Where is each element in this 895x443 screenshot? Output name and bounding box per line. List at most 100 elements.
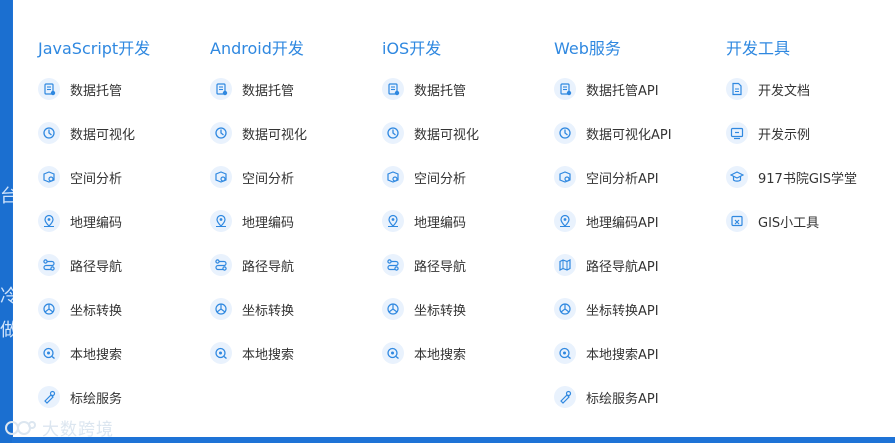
menu-item-label: 917书院GIS学堂 — [758, 171, 857, 187]
tool-icon — [726, 210, 748, 232]
route-icon — [38, 254, 60, 276]
menu-item-label: 坐标转换API — [586, 303, 659, 319]
menu-item-label: 标绘服务 — [70, 391, 123, 407]
visualization-icon — [210, 122, 232, 144]
menu-item[interactable]: 数据可视化 — [382, 120, 542, 146]
menu-item[interactable]: 数据可视化API — [554, 120, 714, 146]
column-title[interactable]: 开发工具 — [726, 35, 790, 59]
visualization-icon — [38, 122, 60, 144]
visualization-icon — [382, 122, 404, 144]
menu-item[interactable]: 坐标转换 — [210, 296, 370, 322]
data-hosting-icon — [554, 78, 576, 100]
menu-item-label: 坐标转换 — [414, 303, 467, 319]
menu-item[interactable]: 数据托管 — [210, 76, 370, 102]
geocoding-icon — [38, 210, 60, 232]
data-hosting-icon — [38, 78, 60, 100]
menu-item[interactable]: 空间分析API — [554, 164, 714, 190]
menu-item[interactable]: 空间分析 — [38, 164, 198, 190]
menu-item[interactable]: 路径导航 — [210, 252, 370, 278]
coordinate-icon — [554, 298, 576, 320]
search-icon — [554, 342, 576, 364]
search-icon — [210, 342, 232, 364]
menu-item-label: 数据可视化API — [586, 127, 672, 143]
menu-item[interactable]: 地理编码 — [38, 208, 198, 234]
menu-item[interactable]: 标绘服务API — [554, 384, 714, 410]
menu-item-label: 路径导航 — [242, 259, 295, 275]
search-icon — [38, 342, 60, 364]
menu-item[interactable]: 空间分析 — [382, 164, 542, 190]
spatial-analysis-icon — [210, 166, 232, 188]
menu-item[interactable]: 本地搜索 — [382, 340, 542, 366]
menu-item-label: 地理编码 — [414, 215, 467, 231]
menu-item[interactable]: 坐标转换API — [554, 296, 714, 322]
geocoding-icon — [382, 210, 404, 232]
data-hosting-icon — [382, 78, 404, 100]
menu-item-label: 数据托管 — [70, 83, 123, 99]
menu-item-label: 地理编码API — [586, 215, 659, 231]
background-edge — [0, 0, 12, 443]
menu-item[interactable]: 开发文档 — [726, 76, 886, 102]
column-title[interactable]: Android开发 — [210, 35, 304, 59]
menu-item[interactable]: 数据可视化 — [210, 120, 370, 146]
search-icon — [382, 342, 404, 364]
menu-item[interactable]: 坐标转换 — [382, 296, 542, 322]
menu-item-label: 路径导航 — [70, 259, 123, 275]
route-icon — [210, 254, 232, 276]
document-icon — [726, 78, 748, 100]
menu-item-label: 本地搜索API — [586, 347, 659, 363]
menu-item[interactable]: 地理编码 — [382, 208, 542, 234]
menu-item[interactable]: 坐标转换 — [38, 296, 198, 322]
menu-item-label: 开发示例 — [758, 127, 811, 143]
spatial-analysis-icon — [554, 166, 576, 188]
spatial-analysis-icon — [38, 166, 60, 188]
menu-item[interactable]: 路径导航 — [382, 252, 542, 278]
menu-item-label: 数据可视化 — [242, 127, 308, 143]
column-title[interactable]: Web服务 — [554, 35, 621, 59]
watermark-text: 大数跨境 — [42, 420, 114, 440]
menu-item-label: 标绘服务API — [586, 391, 659, 407]
plotting-icon — [554, 386, 576, 408]
geocoding-icon — [554, 210, 576, 232]
map-icon — [554, 254, 576, 276]
data-hosting-icon — [210, 78, 232, 100]
column-title[interactable]: JavaScript开发 — [38, 35, 150, 59]
plotting-icon — [38, 386, 60, 408]
menu-item[interactable]: 本地搜索 — [210, 340, 370, 366]
menu-item-label: 开发文档 — [758, 83, 811, 99]
menu-item-label: 数据可视化 — [414, 127, 480, 143]
menu-item[interactable]: 数据可视化 — [38, 120, 198, 146]
menu-item-label: 本地搜索 — [414, 347, 467, 363]
menu-item-label: 本地搜索 — [70, 347, 123, 363]
menu-item-label: 地理编码 — [242, 215, 295, 231]
menu-item-label: 坐标转换 — [242, 303, 295, 319]
menu-item[interactable]: 空间分析 — [210, 164, 370, 190]
menu-item[interactable]: 数据托管API — [554, 76, 714, 102]
coordinate-icon — [210, 298, 232, 320]
menu-item[interactable]: 数据托管 — [38, 76, 198, 102]
menu-item[interactable]: 路径导航API — [554, 252, 714, 278]
menu-item[interactable]: 本地搜索API — [554, 340, 714, 366]
coordinate-icon — [382, 298, 404, 320]
menu-item[interactable]: 地理编码 — [210, 208, 370, 234]
menu-item-label: 路径导航 — [414, 259, 467, 275]
menu-item-label: 空间分析 — [242, 171, 295, 187]
menu-item-label: 空间分析 — [70, 171, 123, 187]
developer-menu-panel: JavaScript开发 数据托管 数据可视化 空间分析 地理编码 路径导航 坐标转换 本地搜… — [13, 0, 895, 437]
watermark-logo-icon — [5, 420, 36, 435]
menu-item[interactable]: 开发示例 — [726, 120, 886, 146]
column-title[interactable]: iOS开发 — [382, 35, 441, 59]
watermark: 大数跨境 — [4, 415, 114, 440]
menu-item[interactable]: 地理编码API — [554, 208, 714, 234]
menu-item-label: 路径导航API — [586, 259, 659, 275]
menu-item[interactable]: 路径导航 — [38, 252, 198, 278]
menu-item[interactable]: 917书院GIS学堂 — [726, 164, 886, 190]
menu-item[interactable]: 数据托管 — [382, 76, 542, 102]
menu-item-label: 空间分析API — [586, 171, 659, 187]
menu-item[interactable]: 本地搜索 — [38, 340, 198, 366]
route-icon — [382, 254, 404, 276]
menu-item[interactable]: GIS小工具 — [726, 208, 886, 234]
visualization-icon — [554, 122, 576, 144]
menu-item-label: 坐标转换 — [70, 303, 123, 319]
menu-item[interactable]: 标绘服务 — [38, 384, 198, 410]
graduation-cap-icon — [726, 166, 748, 188]
